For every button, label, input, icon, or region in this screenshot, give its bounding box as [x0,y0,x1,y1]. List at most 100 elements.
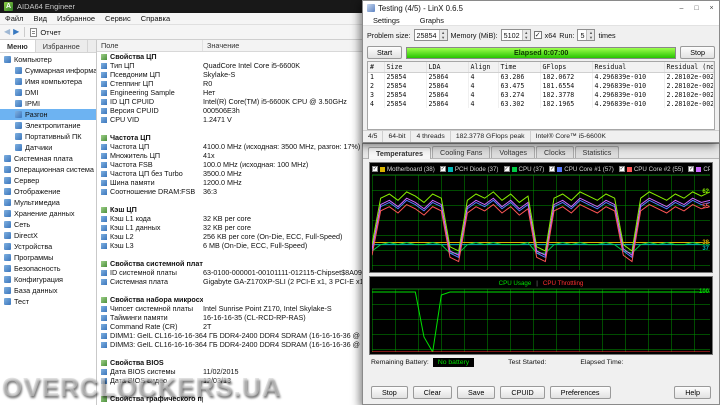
field-row[interactable]: Тайминги памяти 16-16-16-35 (CL-RCD-RP-RA… [97,313,366,322]
maximize-button[interactable]: □ [689,1,704,15]
close-button[interactable]: × [704,1,719,15]
linx-menu-settings[interactable]: Settings [368,15,405,25]
sidebar-item[interactable]: Суммарная информация [0,65,96,76]
field-row[interactable]: Частота ЦП 4100.0 MHz (исходная: 3500 MHz… [97,142,366,151]
field-row[interactable]: Псевдоним ЦП Skylake-S [97,70,366,79]
tab-cooling-fans[interactable]: Cooling Fans [432,146,491,158]
spinner-arrows-icon[interactable]: ▲ ▼ [586,30,595,40]
field-row[interactable]: Множитель ЦП 41x [97,151,366,160]
sidebar-item[interactable]: Компьютер [0,54,96,65]
field-row[interactable]: Частота ЦП без Turbo 3500.0 MHz [97,169,366,178]
sensor-checkbox[interactable]: ✓ [372,166,378,172]
sidebar-item[interactable]: Отображение [0,186,96,197]
stop-button[interactable]: Stop [680,46,715,59]
sidebar-item[interactable]: Мультимедиа [0,197,96,208]
field-row[interactable]: Версия CPUID 000506E3h [97,106,366,115]
stop-button[interactable]: Stop [371,386,408,399]
sidebar-item[interactable]: Датчики [0,142,96,153]
section-header-row[interactable]: Свойства графического процессора [97,394,366,403]
field-row[interactable]: Дата BIOS системы 11/02/2015 [97,367,366,376]
results-col-header[interactable]: Size [384,62,427,73]
results-col-header[interactable]: Residual (norm.) [664,62,714,73]
menu-item[interactable]: Избранное [52,13,100,24]
tab-statistics[interactable]: Statistics [574,146,620,158]
field-row[interactable]: Engineering Sample Нет [97,88,366,97]
section-header-row[interactable]: Частота ЦП [97,133,366,142]
field-row[interactable]: Частота FSB 100.0 MHz (исходная: 100 MHz) [97,160,366,169]
back-icon[interactable]: ◀ [4,28,10,36]
field-row[interactable]: Тип ЦП QuadCore Intel Core i5-6600K [97,61,366,70]
field-row[interactable]: Шина памяти 1200.0 MHz [97,178,366,187]
field-row[interactable]: Кэш L1 данных 32 KB per core [97,223,366,232]
field-row[interactable]: DIMM3: GeIL CL16-16-16-36 4 ГБ DDR4-2400 … [97,340,366,349]
problem-size-stepper[interactable]: 25854 ▲ ▼ [413,29,448,41]
results-col-header[interactable]: Residual [592,62,665,73]
menu-item[interactable]: Файл [0,13,28,24]
tree-tab-избранное[interactable]: Избранное [36,40,88,52]
report-button[interactable]: Отчет [40,28,61,37]
tab-temperatures[interactable]: Temperatures [368,147,432,159]
sidebar-item[interactable]: Сеть [0,219,96,230]
menu-item[interactable]: Справка [136,13,175,24]
field-row[interactable]: Кэш L3 6 MB (On-Die, ECC, Full-Speed) [97,241,366,250]
field-row[interactable]: Command Rate (CR) 2T [97,322,366,331]
sidebar-item[interactable]: Имя компьютера [0,76,96,87]
field-row[interactable]: ID ЦП CPUID Intel(R) Core(TM) i5-6600K CP… [97,97,366,106]
run-stepper[interactable]: 5 ▲ ▼ [577,29,596,41]
problem-size-value[interactable]: 25854 [415,30,439,40]
minimize-button[interactable]: – [674,1,689,15]
tab-clocks[interactable]: Clocks [535,146,574,158]
sidebar-item[interactable]: Тест [0,296,96,307]
start-button[interactable]: Start [367,46,403,59]
column-field[interactable]: Поле [97,40,203,51]
sidebar-item[interactable]: Устройства [0,241,96,252]
spinner-arrows-icon[interactable]: ▲ ▼ [521,30,530,40]
results-col-header[interactable]: Time [498,62,541,73]
sidebar-item[interactable]: Сервер [0,175,96,186]
forward-icon[interactable]: ▶ [13,28,19,36]
sidebar-item[interactable]: Конфигурация [0,274,96,285]
sidebar-item[interactable]: Электропитание [0,120,96,131]
field-row[interactable]: Кэш L1 кода 32 KB per core [97,214,366,223]
section-header-row[interactable]: Кэш ЦП [97,205,366,214]
x64-checkbox[interactable]: ✓ [533,31,542,39]
sensor-checkbox[interactable]: ✓ [549,166,556,172]
clear-button[interactable]: Clear [412,386,452,399]
section-header-row[interactable]: Свойства системной платы [97,259,366,268]
column-value[interactable]: Значение [203,40,366,51]
results-col-header[interactable]: Align [468,62,499,73]
sidebar-item[interactable]: Системная плата [0,153,96,164]
field-row[interactable]: Дата BIOS видео 12/03/13 [97,376,366,385]
preferences-button[interactable]: Preferences [549,386,611,399]
sidebar-item[interactable]: IPMI [0,98,96,109]
sidebar-item[interactable]: Программы [0,252,96,263]
field-row[interactable]: Кэш L2 256 KB per core (On-Die, ECC, Full… [97,232,366,241]
cpuid-button[interactable]: CPUID [500,386,545,399]
field-row[interactable]: CPU VID 1.2471 V [97,115,366,124]
tab-voltages[interactable]: Voltages [491,146,535,158]
field-row[interactable]: Соотношение DRAM:FSB 36:3 [97,187,366,196]
sidebar-item[interactable]: DMI [0,87,96,98]
field-row[interactable]: Системная плата Gigabyte GA-Z170XP-SLI (2… [97,277,366,286]
memory-value[interactable]: 5102 [502,30,522,40]
linx-titlebar[interactable]: Testing (4/5) - LinX 0.6.5 – □ × [363,1,719,15]
section-header-row[interactable]: Свойства BIOS [97,358,366,367]
field-row[interactable]: ID системной платы 63-0100-000001-0010111… [97,268,366,277]
help-button[interactable]: Help [674,386,711,399]
sensor-checkbox[interactable]: ✓ [439,166,446,172]
results-col-header[interactable]: LDA [426,62,469,73]
field-row[interactable]: DIMM1: GeIL CL16-16-16-36 4 ГБ DDR4-2400 … [97,331,366,340]
spinner-arrows-icon[interactable]: ▲ ▼ [438,30,447,40]
sidebar-item[interactable]: База данных [0,285,96,296]
sidebar-item[interactable]: Хранение данных [0,208,96,219]
sensor-checkbox[interactable]: ✓ [688,166,695,172]
sensor-checkbox[interactable]: ✓ [503,166,510,172]
menu-item[interactable]: Вид [28,13,52,24]
menu-item[interactable]: Сервис [100,13,136,24]
sidebar-item[interactable]: Разгон [0,109,96,120]
sensor-checkbox[interactable]: ✓ [618,166,625,172]
sidebar-item[interactable]: Безопасность [0,263,96,274]
section-header-row[interactable]: Свойства ЦП [97,52,366,61]
section-header-row[interactable]: Свойства набора микросхем [97,295,366,304]
field-row[interactable]: Степпинг ЦП R0 [97,79,366,88]
